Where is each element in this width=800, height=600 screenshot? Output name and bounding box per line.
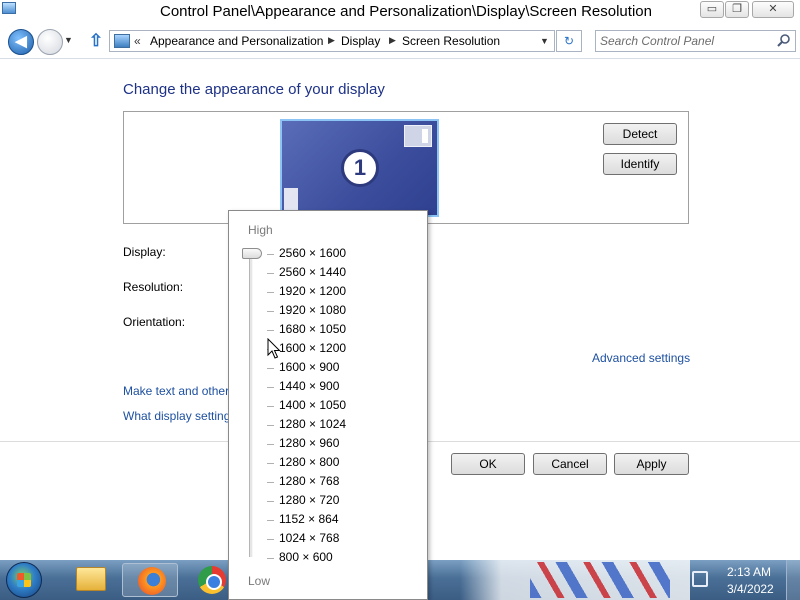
slider-tick — [267, 368, 274, 369]
monitor-number: 1 — [341, 149, 379, 187]
display-settings-link[interactable]: What display setting — [123, 409, 231, 423]
detect-button[interactable]: Detect — [603, 123, 677, 145]
show-desktop-button[interactable] — [786, 560, 800, 600]
close-button[interactable]: ✕ — [752, 1, 794, 18]
resolution-option[interactable]: 1920 × 1200 — [279, 284, 346, 298]
search-input[interactable] — [600, 33, 770, 49]
resolution-dropdown[interactable]: High Low 2560 × 1600 2560 × 1440 1920 × 12… — [228, 210, 428, 600]
refresh-button[interactable]: ↻ — [556, 30, 582, 52]
resolution-option[interactable]: 1680 × 1050 — [279, 322, 346, 336]
resolution-option[interactable]: 2560 × 1600 — [279, 246, 346, 260]
desktop-wallpaper-art — [460, 560, 690, 600]
network-icon[interactable] — [692, 571, 708, 587]
monitor-taskbar-preview — [284, 188, 298, 210]
resolution-option[interactable]: 1280 × 720 — [279, 493, 339, 507]
clock-date[interactable]: 3/4/2022 — [727, 582, 774, 596]
orientation-label: Orientation: — [123, 315, 186, 329]
slider-tick — [267, 501, 274, 502]
slider-tick — [267, 482, 274, 483]
resolution-option[interactable]: 1024 × 768 — [279, 531, 339, 545]
minimize-button[interactable]: ▭ — [700, 1, 724, 18]
page-title: Change the appearance of your display — [123, 81, 385, 98]
nav-divider — [0, 58, 800, 59]
slider-tick — [267, 520, 274, 521]
breadcrumb-appearance[interactable]: Appearance and Personalization — [150, 34, 323, 48]
breadcrumb-separator-icon[interactable]: ▶ — [389, 35, 396, 46]
address-dropdown-icon[interactable]: ▼ — [540, 36, 549, 46]
resolution-option[interactable]: 1400 × 1050 — [279, 398, 346, 412]
resolution-option[interactable]: 1600 × 1200 — [279, 341, 346, 355]
mouse-cursor-icon — [267, 338, 281, 359]
resolution-option[interactable]: 1440 × 900 — [279, 379, 339, 393]
resolution-slider-thumb[interactable] — [242, 248, 262, 259]
slider-tick — [267, 292, 274, 293]
slider-tick — [267, 387, 274, 388]
resolution-option[interactable]: 800 × 600 — [279, 550, 333, 564]
slider-low-label: Low — [248, 574, 271, 588]
taskbar-explorer[interactable] — [62, 563, 118, 597]
cancel-button[interactable]: Cancel — [533, 453, 607, 475]
folder-icon — [76, 567, 106, 591]
slider-tick — [267, 444, 274, 445]
breadcrumb-separator-icon[interactable]: ▶ — [328, 35, 335, 46]
monitor-1[interactable]: 1 — [280, 119, 439, 217]
resolution-option[interactable]: 1280 × 1024 — [279, 417, 346, 431]
control-panel-icon — [2, 2, 16, 14]
recent-pages-dropdown[interactable]: ▼ — [64, 35, 73, 45]
monitor-window-preview — [404, 125, 432, 147]
navigation-bar: ◀ ▼ ⇧ « Appearance and Personalization ▶… — [0, 26, 800, 58]
search-box[interactable] — [595, 30, 796, 52]
forward-button[interactable] — [37, 29, 63, 55]
breadcrumb-overflow[interactable]: « — [134, 34, 141, 48]
window-title-bar: Control Panel\Appearance and Personaliza… — [0, 0, 800, 26]
slider-tick — [267, 273, 274, 274]
advanced-settings-link[interactable]: Advanced settings — [592, 351, 690, 365]
windows-logo-icon — [17, 573, 31, 587]
breadcrumb-display[interactable]: Display — [341, 34, 380, 48]
resolution-label: Resolution: — [123, 280, 184, 294]
window-title: Control Panel\Appearance and Personaliza… — [160, 3, 652, 20]
slider-tick — [267, 463, 274, 464]
resolution-option[interactable]: 2560 × 1440 — [279, 265, 346, 279]
slider-tick — [267, 330, 274, 331]
resolution-slider-track[interactable] — [249, 251, 253, 557]
slider-high-label: High — [248, 223, 273, 237]
display-label: Display: — [123, 245, 166, 259]
resolution-option[interactable]: 1280 × 800 — [279, 455, 339, 469]
apply-button[interactable]: Apply — [614, 453, 689, 475]
slider-tick — [267, 254, 274, 255]
clock-time[interactable]: 2:13 AM — [727, 565, 771, 579]
breadcrumb-screen-resolution[interactable]: Screen Resolution — [402, 34, 500, 48]
maximize-button[interactable]: ❐ — [725, 1, 749, 18]
taskbar-firefox[interactable] — [122, 563, 178, 597]
back-button[interactable]: ◀ — [8, 29, 34, 55]
ok-button[interactable]: OK — [451, 453, 525, 475]
resolution-option[interactable]: 1600 × 900 — [279, 360, 339, 374]
text-size-link[interactable]: Make text and other — [123, 384, 231, 398]
up-button[interactable]: ⇧ — [86, 31, 106, 51]
identify-button[interactable]: Identify — [603, 153, 677, 175]
resolution-option[interactable]: 1280 × 960 — [279, 436, 339, 450]
slider-tick — [267, 406, 274, 407]
chrome-icon — [198, 566, 226, 594]
search-icon[interactable] — [776, 33, 792, 49]
slider-tick — [267, 558, 274, 559]
resolution-option[interactable]: 1280 × 768 — [279, 474, 339, 488]
resolution-option[interactable]: 1920 × 1080 — [279, 303, 346, 317]
resolution-option[interactable]: 1152 × 864 — [279, 512, 339, 526]
slider-tick — [267, 425, 274, 426]
control-panel-icon — [114, 34, 130, 48]
start-button[interactable] — [6, 562, 42, 598]
address-bar[interactable]: « Appearance and Personalization ▶ Displ… — [109, 30, 555, 52]
slider-tick — [267, 539, 274, 540]
slider-tick — [267, 311, 274, 312]
firefox-icon — [138, 567, 166, 595]
